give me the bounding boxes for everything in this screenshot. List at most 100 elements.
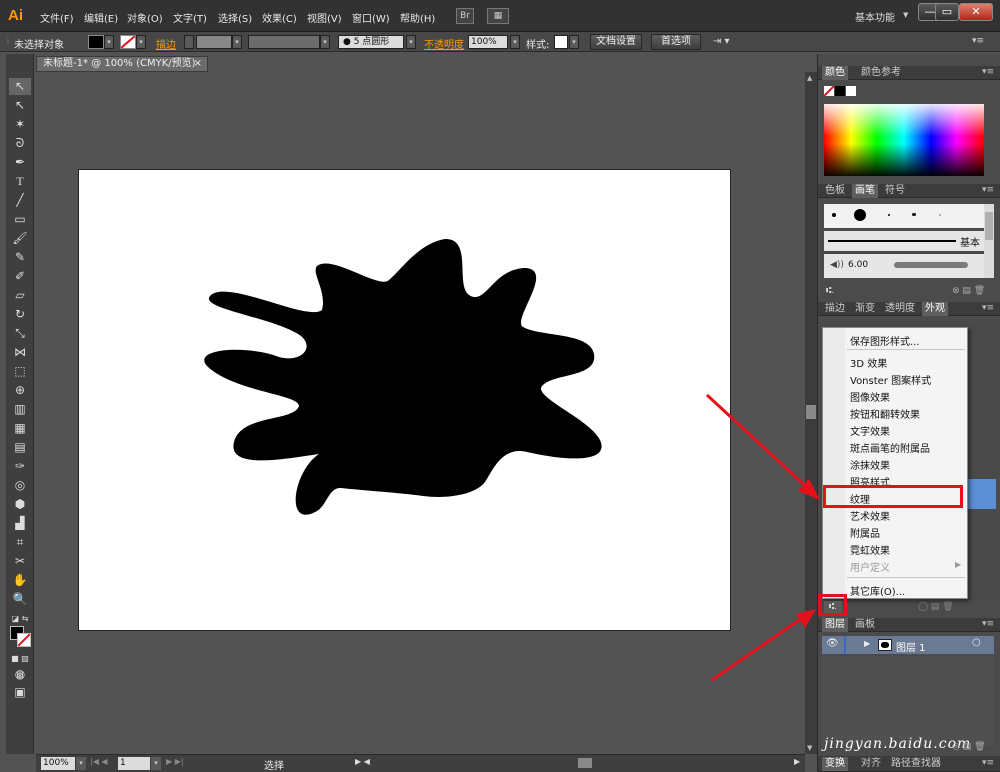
- zoom-tool-icon[interactable]: 🔍: [9, 591, 31, 608]
- line-tool-icon[interactable]: ╱: [9, 192, 31, 209]
- layers-panel-buttons[interactable]: ◎ ▤ 🗑: [952, 742, 986, 752]
- brush-dot-angled[interactable]: [912, 213, 916, 216]
- menu-item-text-effects[interactable]: 文字效果: [850, 423, 890, 438]
- stroke-label-link[interactable]: 描边: [156, 36, 176, 51]
- opacity-label-link[interactable]: 不透明度: [424, 36, 464, 51]
- color-mode-icons[interactable]: ■ ▨ ⊘: [9, 650, 31, 680]
- horizontal-scroll-thumb[interactable]: [578, 758, 592, 768]
- brush-dot-large[interactable]: [854, 209, 866, 221]
- fill-dropdown[interactable]: ▾: [104, 35, 114, 49]
- menu-item-vonster-patterns[interactable]: Vonster 图案样式: [850, 372, 931, 387]
- profile-dropdown[interactable]: ▾: [320, 35, 330, 49]
- panel-menu-icon[interactable]: ▾≡: [972, 36, 984, 46]
- arrange-icon[interactable]: ⇥ ▾: [713, 36, 730, 47]
- tab-layers[interactable]: 图层: [822, 618, 848, 632]
- draw-mode-icon[interactable]: ◍: [9, 666, 31, 683]
- mesh-tool-icon[interactable]: ▦: [9, 420, 31, 437]
- menu-type[interactable]: 文字(T): [173, 10, 207, 25]
- magic-wand-tool-icon[interactable]: ✶: [9, 116, 31, 133]
- layer-target-icon[interactable]: ○: [972, 637, 981, 648]
- selection-tool-icon[interactable]: ↖: [9, 78, 31, 95]
- brush-dot-tiny[interactable]: [888, 214, 890, 216]
- color-panel-menu-icon[interactable]: ▾≡: [982, 67, 994, 77]
- hand-tool-icon[interactable]: ✋: [9, 572, 31, 589]
- menu-item-artistic-effects[interactable]: 艺术效果: [850, 508, 890, 523]
- menu-view[interactable]: 视图(V): [307, 10, 342, 25]
- tab-align[interactable]: 对齐: [858, 757, 884, 771]
- fill-swatch[interactable]: [88, 35, 104, 49]
- brush-dot-small[interactable]: [832, 213, 836, 217]
- brush-dropdown[interactable]: ▾: [406, 35, 416, 49]
- basic-brush-row[interactable]: 基本: [824, 231, 984, 251]
- artboard-tool-icon[interactable]: ⌗: [9, 534, 31, 551]
- direct-selection-tool-icon[interactable]: ↖: [9, 97, 31, 114]
- document-setup-button[interactable]: 文档设置: [590, 34, 642, 50]
- graphic-style-thumb[interactable]: [968, 479, 996, 509]
- menu-window[interactable]: 窗口(W): [352, 10, 390, 25]
- menu-item-button-rollover[interactable]: 按钮和翻转效果: [850, 406, 920, 421]
- menu-item-3d-effects[interactable]: 3D 效果: [850, 355, 887, 370]
- stroke-weight-input[interactable]: [196, 35, 232, 49]
- workspace-switcher[interactable]: 基本功能: [855, 9, 895, 24]
- screen-mode-icon[interactable]: ▣: [9, 684, 31, 701]
- tab-appearance[interactable]: 外观: [922, 302, 948, 316]
- page-dropdown[interactable]: ▾: [151, 757, 161, 770]
- tab-stroke[interactable]: 描边: [822, 302, 848, 316]
- menu-object[interactable]: 对象(O): [127, 10, 163, 25]
- slice-tool-icon[interactable]: ✂: [9, 553, 31, 570]
- brush-scrollbar[interactable]: [984, 204, 994, 278]
- tab-gradient[interactable]: 渐变: [852, 302, 878, 316]
- pen-tool-icon[interactable]: ✒: [9, 154, 31, 171]
- zoom-input[interactable]: 100%: [41, 757, 75, 770]
- graph-tool-icon[interactable]: ▟: [9, 515, 31, 532]
- preferences-button[interactable]: 首选项: [651, 34, 701, 50]
- menu-file[interactable]: 文件(F): [40, 10, 74, 25]
- scroll-down-icon[interactable]: ▼: [807, 744, 812, 752]
- shape-builder-tool-icon[interactable]: ⊕: [9, 382, 31, 399]
- lasso-tool-icon[interactable]: ᘐ: [9, 135, 31, 152]
- default-colors-icon[interactable]: ◪ ⇆: [9, 610, 31, 627]
- brush-panel-menu-icon[interactable]: ▾≡: [982, 185, 994, 195]
- gradient-tool-icon[interactable]: ▤: [9, 439, 31, 456]
- menu-item-neon-effects[interactable]: 霓虹效果: [850, 542, 890, 557]
- menu-select[interactable]: 选择(S): [218, 10, 252, 25]
- tab-transparency[interactable]: 透明度: [882, 302, 918, 316]
- first-page-icon[interactable]: |◀ ◀: [90, 757, 108, 766]
- brush-samples[interactable]: [824, 204, 984, 228]
- brush-scroll-thumb[interactable]: [985, 212, 993, 240]
- layer-row[interactable]: 👁 ▶ 图层 1 ○: [822, 636, 994, 654]
- tab-transform[interactable]: 变换: [822, 757, 848, 771]
- zoom-dropdown[interactable]: ▾: [76, 757, 86, 770]
- appearance-panel-menu-icon[interactable]: ▾≡: [982, 303, 994, 313]
- graphic-style-swatch[interactable]: [554, 35, 568, 49]
- stroke-swatch[interactable]: [120, 35, 136, 49]
- pencil-tool-icon[interactable]: ✎: [9, 249, 31, 266]
- color-spectrum[interactable]: [824, 104, 984, 176]
- menu-item-save-graphic-style[interactable]: 保存图形样式...: [850, 333, 920, 348]
- menu-help[interactable]: 帮助(H): [400, 10, 435, 25]
- free-transform-tool-icon[interactable]: ⬚: [9, 363, 31, 380]
- blob-brush-tool-icon[interactable]: ✐: [9, 268, 31, 285]
- scroll-up-icon[interactable]: ▲: [807, 74, 812, 82]
- vertical-scroll-thumb[interactable]: [806, 405, 816, 419]
- tab-brushes[interactable]: 画笔: [852, 184, 878, 198]
- eraser-tool-icon[interactable]: ▱: [9, 287, 31, 304]
- symbol-sprayer-tool-icon[interactable]: ⬢: [9, 496, 31, 513]
- stroke-weight-dropdown[interactable]: ▾: [232, 35, 242, 49]
- maximize-button[interactable]: ▭: [935, 3, 959, 21]
- menu-edit[interactable]: 编辑(E): [84, 10, 118, 25]
- white-swatch[interactable]: [846, 86, 856, 96]
- blend-tool-icon[interactable]: ◎: [9, 477, 31, 494]
- menu-item-additive[interactable]: 附属品: [850, 525, 880, 540]
- brush-dot-light[interactable]: [939, 214, 941, 216]
- variable-width-profile[interactable]: [248, 35, 320, 49]
- stroke-dropdown[interactable]: ▾: [136, 35, 146, 49]
- chevron-down-icon[interactable]: ▼: [903, 11, 908, 19]
- tab-artboards[interactable]: 画板: [852, 618, 878, 632]
- visibility-eye-icon[interactable]: 👁: [826, 638, 839, 649]
- opacity-input[interactable]: 100%: [468, 35, 508, 49]
- menu-item-image-effects[interactable]: 图像效果: [850, 389, 890, 404]
- menu-item-blob-brush-additions[interactable]: 斑点画笔的附属品: [850, 440, 930, 455]
- brush-panel-buttons[interactable]: ⊗ ▤ 🗑: [952, 286, 985, 296]
- eyedropper-tool-icon[interactable]: ✑: [9, 458, 31, 475]
